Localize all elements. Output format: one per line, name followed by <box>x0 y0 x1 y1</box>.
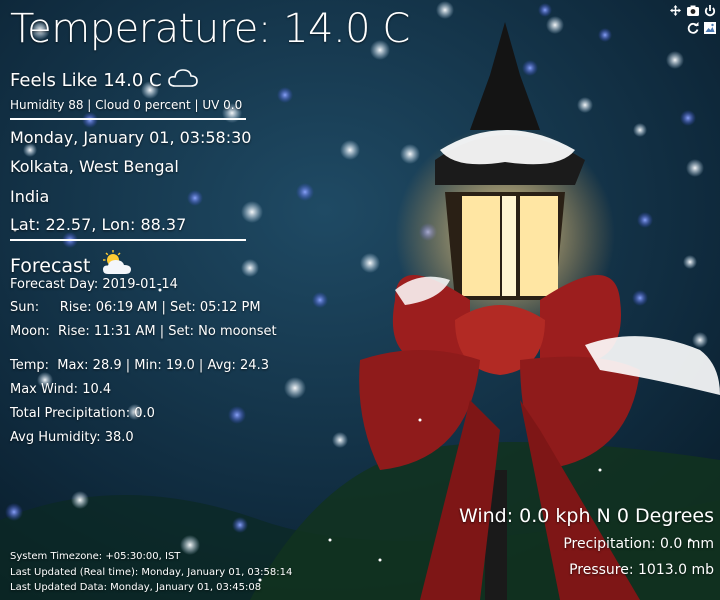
divider-bottom <box>10 239 246 241</box>
forecast-moon: Moon: Rise: 11:31 AM | Set: No moonset <box>10 324 277 339</box>
datetime-label: Monday, January 01, 03:58:30 <box>10 128 252 147</box>
country-label: India <box>10 187 50 206</box>
footer-timezone: System Timezone: +05:30:00, IST <box>10 551 181 562</box>
footer-updated-data: Last Updated Data: Monday, January 01, 0… <box>10 582 262 593</box>
city-label: Kolkata, West Bengal <box>10 157 179 176</box>
cloud-icon <box>167 67 198 94</box>
wind-now: Wind: 0.0 kph N 0 Degrees <box>458 505 714 527</box>
forecast-heading: Forecast <box>10 254 91 277</box>
window-controls <box>666 4 716 34</box>
temperature-title: Temperature: 14.0 C <box>10 6 410 52</box>
coordinates-label: Lat: 22.57, Lon: 88.37 <box>10 215 187 234</box>
pressure-now: Pressure: 1013.0 mb <box>569 562 714 578</box>
camera-icon[interactable] <box>686 4 699 17</box>
precipitation-now: Precipitation: 0.0 mm <box>563 536 714 552</box>
forecast-day: Forecast Day: 2019-01-14 <box>10 277 178 292</box>
divider-top <box>10 118 246 120</box>
footer-updated-real: Last Updated (Real time): Monday, Januar… <box>10 567 293 578</box>
forecast-sun: Sun: Rise: 06:19 AM | Set: 05:12 PM <box>10 300 261 315</box>
conditions-line: Humidity 88 | Cloud 0 percent | UV 0.0 <box>10 98 243 112</box>
move-icon[interactable] <box>669 4 682 17</box>
feels-like-label: Feels Like 14.0 C <box>10 70 162 91</box>
refresh-icon[interactable] <box>686 21 699 34</box>
forecast-humidity: Avg Humidity: 38.0 <box>10 430 134 445</box>
forecast-precipitation: Total Precipitation: 0.0 <box>10 406 155 421</box>
forecast-temp: Temp: Max: 28.9 | Min: 19.0 | Avg: 24.3 <box>10 358 269 373</box>
feels-like-row: Feels Like 14.0 C <box>10 67 198 94</box>
power-icon[interactable] <box>703 4 716 17</box>
image-icon[interactable] <box>703 21 716 34</box>
forecast-max-wind: Max Wind: 10.4 <box>10 382 112 397</box>
